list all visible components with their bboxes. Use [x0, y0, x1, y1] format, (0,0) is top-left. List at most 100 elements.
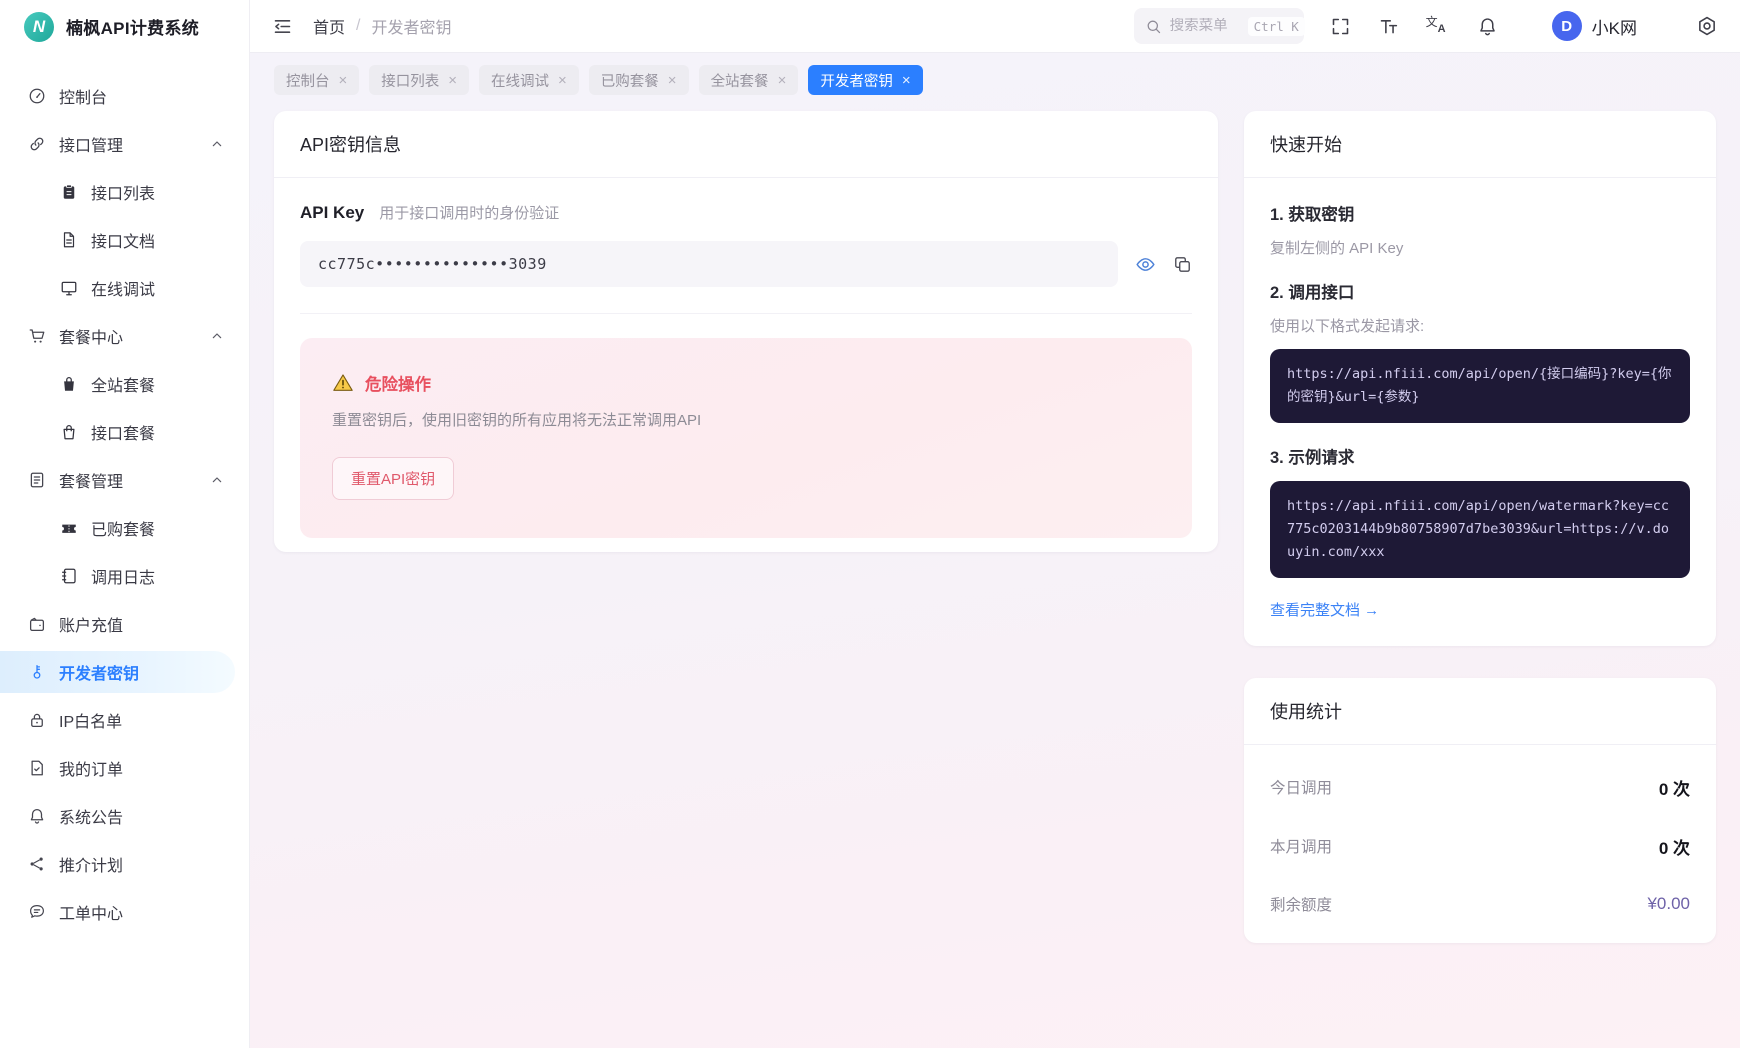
sidebar-item-api-packages[interactable]: 接口套餐 [0, 411, 235, 453]
sidebar-item-dashboard[interactable]: 控制台 [0, 75, 235, 117]
breadcrumb-home[interactable]: 首页 [313, 14, 345, 38]
close-icon[interactable]: × [902, 73, 911, 88]
app-root: N 楠枫API计费系统 控制台 接口管理 接口列表 接口文档 在线调试 套餐中心… [0, 0, 1740, 1048]
warning-triangle-icon [333, 374, 353, 391]
bell-icon [30, 808, 44, 824]
danger-zone: 危险操作 重置密钥后，使用旧密钥的所有应用将无法正常调用API 重置API密钥 [300, 338, 1192, 538]
tab-online-debug[interactable]: 在线调试 × [479, 65, 579, 95]
bag-filled-icon [64, 377, 74, 391]
quick-start-step-2-desc: 使用以下格式发起请求: [1270, 318, 1425, 335]
sidebar-item-label: 账户充值 [59, 618, 124, 635]
sidebar-group-api-management[interactable]: 接口管理 [0, 123, 235, 165]
tab-bar: 控制台 × 接口列表 × 在线调试 × 已购套餐 × 全站套餐 × 开发者密钥 … [250, 53, 1740, 101]
notification-bell-icon[interactable] [1477, 16, 1498, 37]
sidebar-item-purchased-packages[interactable]: 已购套餐 [0, 507, 235, 549]
sidebar-item-label: 已购套餐 [91, 522, 156, 539]
sidebar-item-label: 套餐中心 [59, 330, 124, 347]
breadcrumb: 首页 / 开发者密钥 [313, 14, 451, 38]
close-icon[interactable]: × [668, 73, 677, 88]
close-icon[interactable]: × [778, 73, 787, 88]
key-icon [33, 664, 41, 679]
logo-icon: N [24, 11, 54, 42]
sidebar-item-call-logs[interactable]: 调用日志 [0, 555, 235, 597]
sidebar-item-label: IP白名单 [59, 714, 123, 731]
lock-icon [31, 713, 43, 728]
sidebar-item-referral-program[interactable]: 推介计划 [0, 843, 235, 885]
api-link-icon [30, 137, 44, 151]
sidebar-item-label: 开发者密钥 [59, 666, 140, 683]
bag-icon [63, 425, 75, 440]
close-icon[interactable]: × [558, 73, 567, 88]
tab-developer-key[interactable]: 开发者密钥 × [808, 65, 923, 95]
quick-start-step-2-heading: 2. 调用接口 [1270, 284, 1355, 302]
sidebar-item-label: 工单中心 [59, 906, 124, 923]
sidebar-group-package-center[interactable]: 套餐中心 [0, 315, 235, 357]
sidebar-item-ip-whitelist[interactable]: IP白名单 [0, 699, 235, 741]
sidebar-item-announcements[interactable]: 系统公告 [0, 795, 235, 837]
quick-start-step-1-heading: 1. 获取密钥 [1270, 206, 1355, 224]
sidebar-item-label: 全站套餐 [91, 378, 156, 395]
api-key-section: API Key 用于接口调用时的身份验证 cc775c•••••••••••••… [274, 178, 1218, 314]
user-menu[interactable]: D 小K网 [1551, 11, 1637, 41]
stat-value: ¥0.00 [1647, 893, 1690, 913]
tab-purchased-packages[interactable]: 已购套餐 × [588, 65, 689, 95]
reset-api-key-button[interactable]: 重置API密钥 [332, 457, 455, 500]
content: API密钥信息 API Key 用于接口调用时的身份验证 cc775c•••••… [250, 101, 1740, 943]
document-icon [63, 232, 75, 248]
close-icon[interactable]: × [448, 73, 457, 88]
eye-icon[interactable] [1135, 254, 1156, 275]
chevron-up-icon [212, 477, 222, 483]
sidebar-item-online-debug[interactable]: 在线调试 [0, 267, 235, 309]
view-full-docs-link[interactable]: 查看完整文档 → [1270, 599, 1379, 620]
tab-dashboard[interactable]: 控制台 × [274, 65, 360, 95]
doc-list-icon [30, 472, 44, 488]
translate-icon[interactable]: 文A [1426, 16, 1450, 37]
sidebar-item-site-packages[interactable]: 全站套餐 [0, 363, 235, 405]
chevron-up-icon [212, 141, 222, 147]
stat-label: 剩余额度 [1270, 896, 1333, 914]
section-divider [300, 313, 1192, 314]
tab-api-list[interactable]: 接口列表 × [369, 65, 470, 95]
sidebar-nav: 控制台 接口管理 接口列表 接口文档 在线调试 套餐中心 全站套餐 接口套餐 套… [0, 53, 249, 939]
share-icon [30, 857, 43, 871]
search-input[interactable] [1169, 18, 1240, 34]
close-icon[interactable]: × [339, 73, 348, 88]
sidebar-item-api-docs[interactable]: 接口文档 [0, 219, 235, 261]
usage-stats-card: 使用统计 今日调用 0 次 本月调用 0 次 剩余额度 ¥0.00 [1244, 677, 1716, 943]
breadcrumb-current: 开发者密钥 [371, 20, 452, 37]
example-request-code-block: https://api.nfiii.com/api/open/watermark… [1270, 480, 1690, 578]
ticket-icon [62, 524, 76, 533]
danger-zone-title: 危险操作 [365, 376, 431, 394]
sidebar-group-package-management[interactable]: 套餐管理 [0, 459, 235, 501]
quick-start-step-3-heading: 3. 示例请求 [1270, 448, 1355, 467]
quick-start-title: 快速开始 [1244, 111, 1716, 178]
sidebar-item-label: 接口套餐 [91, 426, 156, 443]
sidebar-item-account-recharge[interactable]: 账户充值 [0, 603, 235, 645]
main-region: 首页 / 开发者密钥 Ctrl K 文A D 小K网 [250, 0, 1740, 1048]
tab-site-packages[interactable]: 全站套餐 × [698, 65, 799, 95]
stat-label: 本月调用 [1270, 839, 1333, 857]
app-title: 楠枫API计费系统 [66, 19, 200, 38]
sidebar-item-ticket-center[interactable]: 工单中心 [0, 891, 235, 933]
app-logo[interactable]: N 楠枫API计费系统 [0, 0, 249, 53]
wallet-icon [29, 617, 45, 632]
api-key-description: 用于接口调用时的身份验证 [379, 205, 560, 222]
sidebar-item-label: 推介计划 [59, 858, 124, 875]
sidebar-collapse-icon[interactable] [272, 16, 293, 37]
workspace: 控制台 × 接口列表 × 在线调试 × 已购套餐 × 全站套餐 × 开发者密钥 … [250, 53, 1740, 1048]
search-box[interactable]: Ctrl K [1133, 8, 1305, 44]
settings-gear-icon[interactable] [1696, 15, 1718, 37]
user-name: 小K网 [1591, 18, 1637, 38]
api-key-value-field[interactable]: cc775c••••••••••••••3039 [300, 241, 1118, 287]
side-column: 快速开始 1. 获取密钥 复制左侧的 API Key 2. 调用接口 使用以下格… [1244, 111, 1716, 943]
monitor-icon [61, 281, 77, 296]
sidebar-item-my-orders[interactable]: 我的订单 [0, 747, 235, 789]
copy-icon[interactable] [1173, 255, 1192, 274]
cart-icon [29, 329, 45, 343]
sidebar-item-developer-key[interactable]: 开发者密钥 [0, 651, 235, 693]
sidebar-item-label: 系统公告 [59, 810, 124, 827]
fullscreen-icon[interactable] [1330, 16, 1351, 37]
font-size-icon[interactable] [1378, 16, 1399, 37]
sidebar-item-api-list[interactable]: 接口列表 [0, 171, 235, 213]
sidebar-item-label: 套餐管理 [59, 474, 124, 491]
